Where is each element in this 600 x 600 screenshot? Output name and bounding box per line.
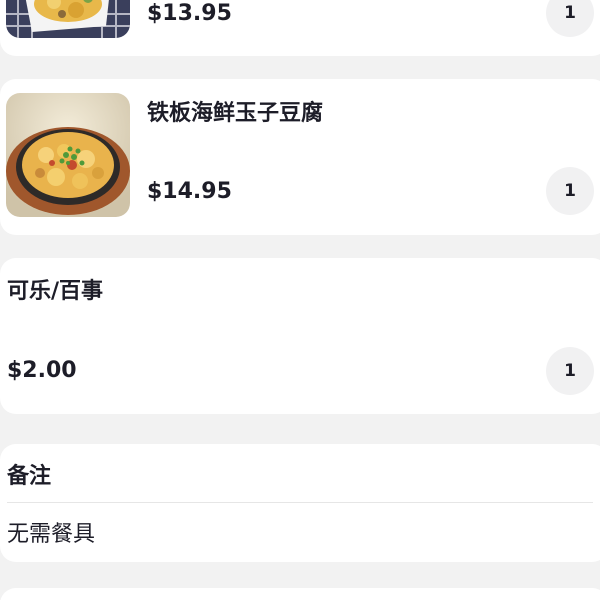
item-name: 可乐/百事 [7, 279, 104, 304]
notes-value[interactable]: 无需餐具 [7, 516, 95, 548]
next-card [0, 588, 600, 600]
item-price: $14.95 [147, 179, 232, 204]
quantity-button[interactable]: 1 [546, 167, 594, 215]
cart-page: $13.95 1 铁板海鲜玉子豆腐 $14.95 1 可乐/百事 $2.00 1… [0, 0, 600, 600]
food-photo [6, 93, 130, 217]
item-name: 铁板海鲜玉子豆腐 [147, 101, 324, 126]
divider [7, 502, 593, 503]
quantity-button[interactable]: 1 [546, 347, 594, 395]
item-price: $2.00 [7, 358, 77, 383]
item-price: $13.95 [147, 1, 232, 26]
food-photo [6, 0, 130, 38]
notes-title: 备注 [7, 464, 52, 489]
